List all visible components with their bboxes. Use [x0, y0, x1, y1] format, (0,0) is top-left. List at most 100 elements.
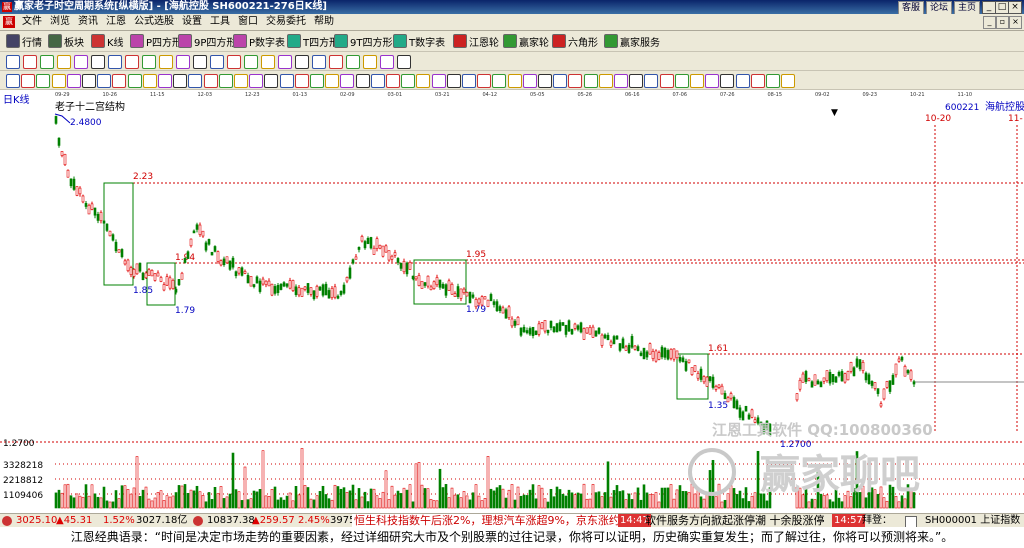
tb3-tool-20-icon[interactable]	[310, 74, 324, 88]
toolbar-button-2[interactable]: K线	[91, 33, 124, 49]
link-support[interactable]: 客服	[897, 1, 924, 15]
tb3-tool-33-icon[interactable]	[507, 74, 522, 88]
tb3-tool-37-icon[interactable]	[568, 74, 583, 88]
child-close-icon[interactable]: ×	[1009, 16, 1022, 29]
dropdown-arrow-icon[interactable]: ▼	[831, 108, 838, 118]
menu-settings[interactable]: 设置	[178, 14, 206, 30]
tb3-tool-30-icon[interactable]	[462, 74, 476, 88]
kline-chart-svg[interactable]: 09-29 10-26 11-15 12-03 12-23 01-13 02-09 03-01…	[0, 90, 1024, 513]
maximize-icon[interactable]: □	[995, 1, 1009, 14]
menu-help[interactable]: 帮助	[310, 14, 338, 30]
tb3-tool-4-icon[interactable]	[66, 74, 81, 88]
tb2-tool-16-icon[interactable]	[278, 55, 292, 69]
tb3-tool-13-icon[interactable]	[203, 74, 218, 88]
toolbar-button-8[interactable]: T数字表	[393, 33, 445, 49]
toolbar-button-0[interactable]: 行情	[6, 33, 42, 49]
menu-file[interactable]: 文件	[18, 14, 46, 30]
tb2-tool-13-icon[interactable]	[227, 55, 241, 69]
toolbar-button-7[interactable]: 9T四方形	[334, 33, 392, 49]
tb3-tool-5-icon[interactable]	[82, 74, 96, 88]
tb3-tool-1-icon[interactable]	[21, 74, 36, 88]
tb3-tool-46-icon[interactable]	[705, 74, 720, 88]
tb3-tool-39-icon[interactable]	[598, 74, 613, 88]
tb3-tool-41-icon[interactable]	[629, 74, 644, 88]
tb3-tool-9-icon[interactable]	[142, 74, 157, 88]
tb2-tool-11-icon[interactable]	[193, 55, 207, 69]
tb2-tool-9-icon[interactable]	[159, 55, 173, 69]
tb3-tool-17-icon[interactable]	[264, 74, 279, 88]
close-icon[interactable]: ×	[1008, 1, 1022, 14]
tb3-tool-19-icon[interactable]	[294, 74, 309, 88]
tb3-tool-29-icon[interactable]	[446, 74, 461, 88]
tb2-tool-23-icon[interactable]	[397, 55, 411, 69]
tb2-tool-0-icon[interactable]	[6, 55, 20, 69]
tb2-tool-21-icon[interactable]	[363, 55, 377, 69]
index-selector[interactable]: SH000001 上证指数	[925, 514, 1020, 528]
child-restore-icon[interactable]: ▫	[996, 16, 1009, 29]
tb3-tool-11-icon[interactable]	[173, 74, 188, 88]
tb3-tool-44-icon[interactable]	[674, 74, 689, 88]
tb3-tool-47-icon[interactable]	[720, 74, 735, 88]
tb3-tool-28-icon[interactable]	[431, 74, 446, 88]
toolbar-button-11[interactable]: 六角形	[552, 33, 598, 49]
tb3-tool-24-icon[interactable]	[370, 74, 385, 88]
tb2-tool-6-icon[interactable]	[108, 55, 122, 69]
menu-gann[interactable]: 江恩	[102, 14, 130, 30]
tb3-tool-18-icon[interactable]	[279, 74, 294, 88]
tb2-tool-7-icon[interactable]	[125, 55, 139, 69]
tb2-tool-20-icon[interactable]	[346, 55, 360, 69]
child-minimize-icon[interactable]: _	[983, 16, 996, 29]
toolbar-button-12[interactable]: 赢家服务	[604, 33, 660, 49]
link-forum[interactable]: 论坛	[925, 1, 952, 15]
toolbar-button-5[interactable]: P数字表	[233, 33, 285, 49]
tb2-tool-15-icon[interactable]	[261, 55, 275, 69]
tb3-tool-2-icon[interactable]	[36, 74, 51, 88]
tb3-tool-32-icon[interactable]	[492, 74, 507, 88]
tb3-tool-8-icon[interactable]	[127, 74, 142, 88]
tb2-tool-19-icon[interactable]	[329, 55, 343, 69]
toolbar-button-1[interactable]: 板块	[48, 33, 84, 49]
tb2-tool-3-icon[interactable]	[57, 55, 71, 69]
tb2-tool-14-icon[interactable]	[244, 55, 258, 69]
menu-window[interactable]: 窗口	[234, 14, 262, 30]
tb3-tool-27-icon[interactable]	[416, 74, 431, 88]
menu-news[interactable]: 资讯	[74, 14, 102, 30]
news-ticker-3[interactable]: 拜登：	[862, 514, 892, 528]
tb3-tool-10-icon[interactable]	[158, 74, 172, 88]
tb3-tool-14-icon[interactable]	[218, 74, 233, 88]
tb3-tool-40-icon[interactable]	[614, 74, 628, 88]
tb3-tool-7-icon[interactable]	[112, 74, 127, 88]
menu-trade[interactable]: 交易委托	[262, 14, 310, 30]
sz-index-value[interactable]: 10837.38	[207, 514, 255, 528]
tb3-tool-6-icon[interactable]	[97, 74, 112, 88]
tb3-tool-50-icon[interactable]	[766, 74, 780, 88]
tb2-tool-8-icon[interactable]	[142, 55, 156, 69]
tb3-tool-42-icon[interactable]	[644, 74, 659, 88]
tb3-tool-15-icon[interactable]	[234, 74, 248, 88]
tb2-tool-4-icon[interactable]	[74, 55, 88, 69]
menu-browse[interactable]: 浏览	[46, 14, 74, 30]
news-ticker-2[interactable]: 软件服务方向掀起涨停潮 十余股涨停	[645, 514, 825, 528]
tb3-tool-38-icon[interactable]	[583, 74, 598, 88]
tb3-tool-3-icon[interactable]	[51, 74, 66, 88]
tb3-tool-26-icon[interactable]	[401, 74, 416, 88]
tb3-tool-51-icon[interactable]	[781, 74, 796, 88]
news-ticker-1[interactable]: 恒生科技指数午后涨2%，理想汽车涨超9%，京东涨约	[352, 514, 622, 528]
menu-tools[interactable]: 工具	[206, 14, 234, 30]
toolbar-button-4[interactable]: 9P四方形	[178, 33, 236, 49]
tb3-tool-35-icon[interactable]	[538, 74, 552, 88]
tb2-tool-5-icon[interactable]	[91, 55, 105, 69]
menu-formula[interactable]: 公式选股	[130, 14, 178, 30]
tb3-tool-43-icon[interactable]	[659, 74, 674, 88]
tb3-tool-25-icon[interactable]	[386, 74, 400, 88]
toolbar-button-3[interactable]: P四方形	[130, 33, 182, 49]
tb2-tool-18-icon[interactable]	[312, 55, 326, 69]
tb3-tool-49-icon[interactable]	[750, 74, 765, 88]
tb2-tool-2-icon[interactable]	[40, 55, 54, 69]
tb3-tool-48-icon[interactable]	[735, 74, 750, 88]
tb3-tool-34-icon[interactable]	[522, 74, 537, 88]
tb3-tool-0-icon[interactable]	[6, 74, 20, 88]
tb3-tool-22-icon[interactable]	[340, 74, 355, 88]
tb3-tool-16-icon[interactable]	[249, 74, 264, 88]
sh-index-value[interactable]: 3025.10	[16, 514, 57, 528]
